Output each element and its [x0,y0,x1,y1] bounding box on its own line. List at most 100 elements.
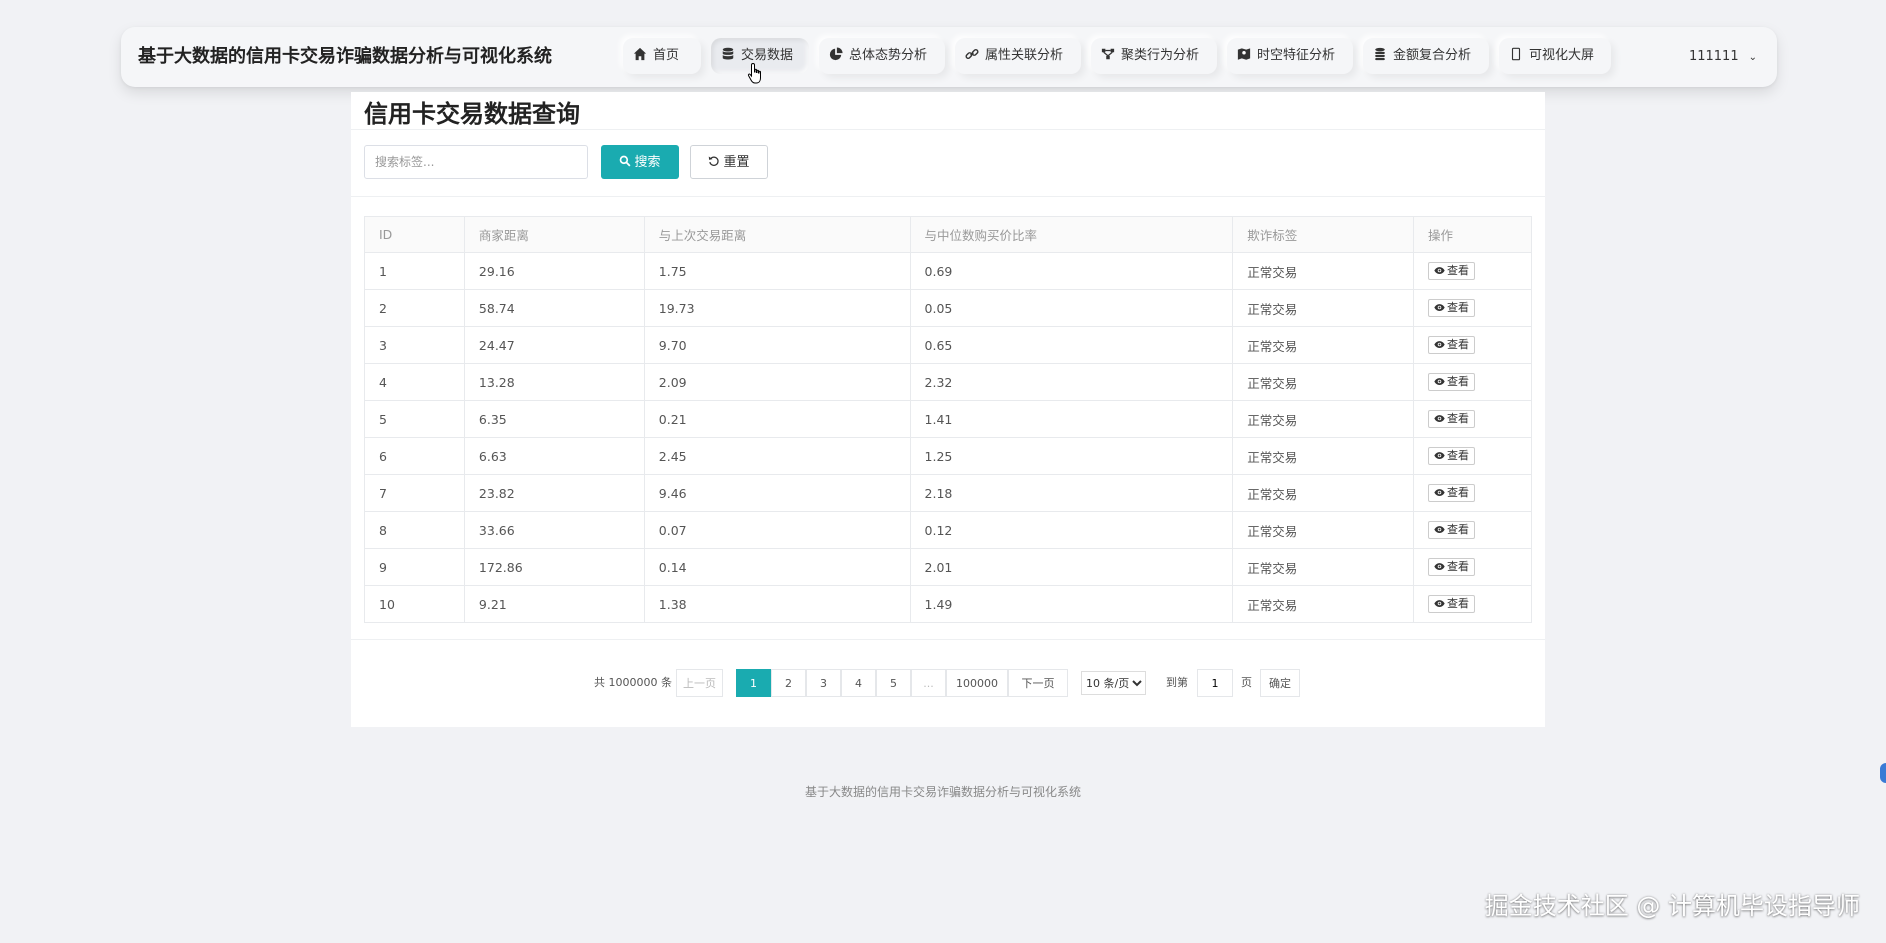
table-cell: 正常交易 [1232,474,1415,512]
view-button[interactable]: 查看 [1428,410,1476,428]
app-title: 基于大数据的信用卡交易诈骗数据分析与可视化系统 [138,46,552,67]
table-row: 7 23.82 9.46 2.18 正常交易 查看 [364,474,1532,512]
table-cell: 23.82 [463,474,645,512]
user-menu[interactable]: 111111 ⌄ [1689,27,1757,87]
page-unit-label: 页 [1241,676,1252,689]
table-cell: 正常交易 [1232,511,1415,549]
view-button[interactable]: 查看 [1428,521,1476,539]
goto-page-input[interactable] [1197,669,1233,697]
eye-icon [1434,378,1445,385]
nav-item-label: 首页 [653,48,680,63]
view-button-label: 查看 [1447,412,1470,425]
nav-item-amount[interactable]: 金额复合分析 [1363,38,1489,74]
nav-item-cluster[interactable]: 聚类行为分析 [1091,38,1217,74]
table-cell-actions: 查看 [1413,326,1532,364]
page-button[interactable]: 5 [876,669,911,697]
nav-item-label: 金额复合分析 [1393,48,1472,63]
column-header: 商家距离 [463,216,645,253]
eye-icon [1434,267,1445,274]
cluster-icon [1101,48,1115,60]
view-button[interactable]: 查看 [1428,336,1476,354]
nav-item-label: 可视化大屏 [1529,48,1595,63]
prev-page-button[interactable]: 上一页 [676,669,723,697]
table-cell: 2.09 [643,363,911,401]
eye-icon [1434,341,1445,348]
table-row: 4 13.28 2.09 2.32 正常交易 查看 [364,363,1532,401]
floating-widget-handle[interactable] [1880,763,1886,783]
view-button[interactable]: 查看 [1428,373,1476,391]
table-cell: 33.66 [463,511,645,549]
table-row: 5 6.35 0.21 1.41 正常交易 查看 [364,400,1532,438]
map-icon [1237,48,1251,60]
table-cell: 1.75 [643,252,911,290]
search-input[interactable] [364,145,588,179]
nav-item-dashboard[interactable]: 可视化大屏 [1499,38,1611,74]
table-cell: 正常交易 [1232,289,1415,327]
table-cell: 0.07 [643,511,911,549]
confirm-button[interactable]: 确定 [1260,669,1300,697]
table-cell: 13.28 [463,363,645,401]
divider [351,196,1545,197]
table-cell: 正常交易 [1232,400,1415,438]
table-cell: 正常交易 [1232,548,1415,586]
table-row: 2 58.74 19.73 0.05 正常交易 查看 [364,289,1532,327]
table-row: 9 172.86 0.14 2.01 正常交易 查看 [364,548,1532,586]
database-icon [722,47,734,60]
search-button[interactable]: 搜索 [601,145,679,179]
view-button[interactable]: 查看 [1428,558,1476,576]
table-cell: 正常交易 [1232,437,1415,475]
view-button-label: 查看 [1447,264,1470,277]
table-row: 6 6.63 2.45 1.25 正常交易 查看 [364,437,1532,475]
view-button[interactable]: 查看 [1428,484,1476,502]
nav-item-spatiotemporal[interactable]: 时空特征分析 [1227,38,1353,74]
view-button[interactable]: 查看 [1428,299,1476,317]
column-header: 与上次交易距离 [643,216,911,253]
table-cell: 2.01 [909,548,1234,586]
table-cell: 0.21 [643,400,911,438]
table-cell: 3 [364,326,465,364]
table-cell: 2 [364,289,465,327]
page-ellipsis: ... [911,669,946,697]
page-size-select[interactable]: 10 条/页 [1081,671,1146,695]
table-cell: 29.16 [463,252,645,290]
table-cell-actions: 查看 [1413,363,1532,401]
table-cell-actions: 查看 [1413,437,1532,475]
column-header: 欺诈标签 [1232,216,1415,253]
table-cell-actions: 查看 [1413,548,1532,586]
table-cell: 0.14 [643,548,911,586]
goto-label: 到第 [1166,676,1188,689]
page-button[interactable]: 3 [806,669,841,697]
page-button[interactable]: 4 [841,669,876,697]
nav-item-label: 时空特征分析 [1257,48,1336,63]
hand-cursor-icon [747,62,761,84]
watermark: 掘金技术社区 @ 计算机毕设指导师 [1484,892,1860,920]
reset-button[interactable]: 重置 [690,145,768,179]
column-header: 操作 [1413,216,1532,253]
search-button-label: 搜索 [634,155,661,170]
page-button[interactable]: 2 [771,669,806,697]
nav-item-label: 聚类行为分析 [1121,48,1200,63]
nav-item-label: 交易数据 [741,48,794,63]
main-panel: 信用卡交易数据查询 搜索 重置 ID 商家距离 与上次交易距离 与中位数购买价比… [351,92,1545,727]
table-cell-actions: 查看 [1413,474,1532,512]
table-cell: 1.41 [909,400,1234,438]
table-cell-actions: 查看 [1413,289,1532,327]
page-button[interactable]: 100000 [946,669,1008,697]
table-cell: 0.05 [909,289,1234,327]
view-button[interactable]: 查看 [1428,447,1476,465]
table-cell-actions: 查看 [1413,511,1532,549]
column-header: ID [364,216,465,253]
nav-item-correlation[interactable]: 属性关联分析 [955,38,1081,74]
page-button[interactable]: 1 [736,669,771,697]
divider [351,639,1545,640]
nav-item-overall[interactable]: 总体态势分析 [819,38,945,74]
table-cell: 2.45 [643,437,911,475]
table-cell-actions: 查看 [1413,585,1532,623]
home-icon [633,47,647,61]
nav-item-home[interactable]: 首页 [623,38,701,74]
divider [351,129,1545,130]
view-button[interactable]: 查看 [1428,595,1476,613]
view-button[interactable]: 查看 [1428,262,1476,280]
next-page-button[interactable]: 下一页 [1008,669,1068,697]
table-row: 1 29.16 1.75 0.69 正常交易 查看 [364,252,1532,290]
